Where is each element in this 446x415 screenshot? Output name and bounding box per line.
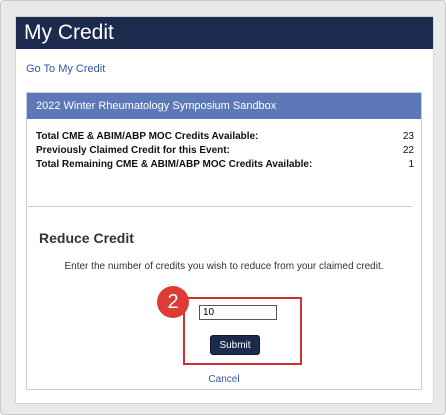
section-divider	[27, 206, 413, 207]
submit-button[interactable]: Submit	[210, 335, 260, 355]
stat-value: 1	[408, 159, 414, 170]
stat-label: Previously Claimed Credit for this Event…	[36, 145, 230, 156]
stat-row-total-available: Total CME & ABIM/ABP MOC Credits Availab…	[36, 131, 414, 144]
cancel-link[interactable]: Cancel	[27, 374, 421, 385]
event-credit-card: 2022 Winter Rheumatology Symposium Sandb…	[26, 92, 422, 390]
stat-label: Total CME & ABIM/ABP MOC Credits Availab…	[36, 131, 259, 142]
stat-label: Total Remaining CME & ABIM/ABP MOC Credi…	[36, 159, 313, 170]
event-header: 2022 Winter Rheumatology Symposium Sandb…	[27, 93, 421, 119]
stat-row-total-remaining: Total Remaining CME & ABIM/ABP MOC Credi…	[36, 159, 414, 172]
stat-row-previously-claimed: Previously Claimed Credit for this Event…	[36, 145, 414, 158]
go-to-my-credit-link[interactable]: Go To My Credit	[26, 63, 105, 75]
title-bar: My Credit	[16, 17, 433, 49]
screenshot-frame: My Credit Go To My Credit 2022 Winter Rh…	[0, 0, 446, 415]
event-name: 2022 Winter Rheumatology Symposium Sandb…	[36, 100, 277, 112]
stat-value: 22	[402, 145, 414, 156]
my-credit-panel: My Credit Go To My Credit 2022 Winter Rh…	[15, 16, 434, 404]
reduce-instructions: Enter the number of credits you wish to …	[64, 261, 384, 272]
page-title: My Credit	[24, 21, 114, 44]
reduce-credits-input[interactable]	[199, 305, 277, 320]
step-number-badge: 2	[157, 286, 189, 318]
stat-value: 23	[402, 131, 414, 142]
reduce-credit-heading: Reduce Credit	[39, 230, 134, 246]
